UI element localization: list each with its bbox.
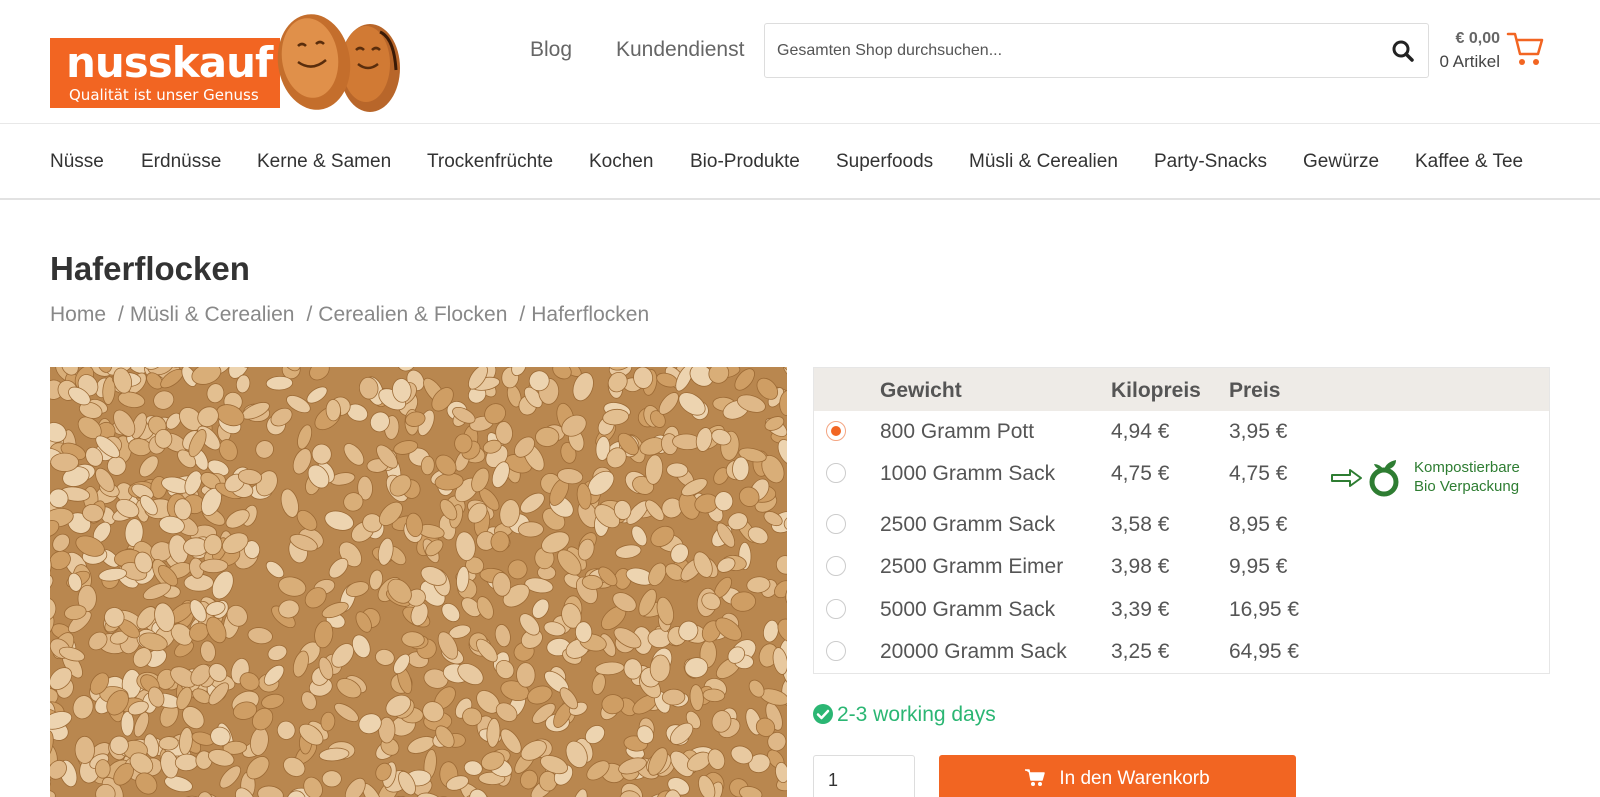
variant-weight: 20000 Gramm Sack <box>880 640 1067 663</box>
site-header: nusskauf Qualität ist unser Genuss Blog … <box>0 0 1600 123</box>
variant-radio[interactable] <box>826 556 846 576</box>
breadcrumb-separator: / <box>306 303 313 326</box>
variant-radio[interactable] <box>826 599 846 619</box>
variant-price: 3,95 € <box>1229 420 1288 443</box>
variant-row[interactable]: 5000 Gramm Sack 3,39 € 16,95 € <box>814 590 1549 630</box>
variant-weight: 1000 Gramm Sack <box>880 462 1056 485</box>
variant-price: 16,95 € <box>1229 598 1300 621</box>
variant-row[interactable]: 2500 Gramm Eimer 3,98 € 9,95 € <box>814 547 1549 587</box>
cart-icon <box>1025 769 1046 786</box>
variant-row[interactable]: 800 Gramm Pott 4,94 € 3,95 € <box>814 412 1549 452</box>
variant-weight: 2500 Gramm Sack <box>880 513 1056 536</box>
breadcrumb-cerealien-flocken[interactable]: Cerealien & Flocken <box>318 303 507 326</box>
header-link-blog[interactable]: Blog <box>530 38 572 62</box>
nav-item-kerne-samen[interactable]: Kerne & Samen <box>257 151 391 173</box>
variant-table-header: Gewicht Kilopreis Preis <box>814 368 1549 411</box>
badge-text: Kompostierbare Bio Verpackung <box>1414 458 1520 496</box>
breadcrumb: Home / Müsli & Cerealien / Cerealien & Flock… <box>50 303 649 327</box>
breadcrumb-muesli-cerealien[interactable]: Müsli & Cerealien <box>130 303 295 326</box>
variant-kilo-price: 3,39 € <box>1111 598 1170 621</box>
breadcrumb-separator: / <box>118 303 124 326</box>
add-to-cart-label: In den Warenkorb <box>1059 768 1210 789</box>
search-bar <box>764 23 1429 78</box>
compostable-packaging-badge: Kompostierbare Bio Verpackung <box>1330 456 1530 506</box>
badge-line-1: Kompostierbare <box>1414 459 1520 476</box>
variant-weight: 800 Gramm Pott <box>880 420 1035 443</box>
variant-radio[interactable] <box>826 514 846 534</box>
header-gewicht: Gewicht <box>880 379 962 402</box>
nav-item-erdnuesse[interactable]: Erdnüsse <box>141 151 221 173</box>
variant-radio[interactable] <box>826 641 846 661</box>
header-preis: Preis <box>1229 379 1281 402</box>
variant-price: 4,75 € <box>1229 462 1288 485</box>
nav-item-muesli-cerealien[interactable]: Müsli & Cerealien <box>969 151 1118 173</box>
breadcrumb-separator: / <box>519 303 526 326</box>
category-nav: Nüsse Erdnüsse Kerne & Samen Trockenfrüc… <box>0 123 1600 200</box>
variant-row[interactable]: 2500 Gramm Sack 3,58 € 8,95 € <box>814 505 1549 545</box>
cart-item-count[interactable]: 0 Artikel <box>1420 52 1500 72</box>
nav-item-party-snacks[interactable]: Party-Snacks <box>1154 151 1267 173</box>
nav-item-superfoods[interactable]: Superfoods <box>836 151 933 173</box>
variant-kilo-price: 3,25 € <box>1111 640 1170 663</box>
variant-kilo-price: 4,75 € <box>1111 462 1170 485</box>
search-input[interactable] <box>777 24 1367 77</box>
logo-name: nusskauf <box>66 38 273 87</box>
variant-row[interactable]: 20000 Gramm Sack 3,25 € 64,95 € <box>814 632 1549 672</box>
delivery-text: 2-3 working days <box>837 703 996 726</box>
nav-item-nuesse[interactable]: Nüsse <box>50 151 104 173</box>
nav-item-kaffee-tee[interactable]: Kaffee & Tee <box>1415 151 1523 173</box>
variant-table: Gewicht Kilopreis Preis 800 Gramm Pott 4… <box>813 367 1550 674</box>
quantity-input[interactable] <box>813 755 915 797</box>
header-link-kundendienst[interactable]: Kundendienst <box>616 38 744 62</box>
nav-item-kochen[interactable]: Kochen <box>589 151 653 173</box>
header-kilopreis: Kilopreis <box>1111 379 1201 402</box>
arrow-right-icon <box>1331 469 1362 487</box>
nav-item-trockenfruechte[interactable]: Trockenfrüchte <box>427 151 553 173</box>
check-circle-icon <box>813 704 833 724</box>
leaf-sprout-icon <box>1369 460 1399 497</box>
search-icon[interactable] <box>1388 36 1418 66</box>
logo[interactable]: nusskauf Qualität ist unser Genuss <box>50 10 410 112</box>
product-image[interactable] <box>50 367 787 797</box>
breadcrumb-home[interactable]: Home <box>50 303 106 326</box>
variant-price: 9,95 € <box>1229 555 1288 578</box>
variant-kilo-price: 3,98 € <box>1111 555 1170 578</box>
nav-item-gewuerze[interactable]: Gewürze <box>1303 151 1379 173</box>
variant-weight: 2500 Gramm Eimer <box>880 555 1064 578</box>
variant-radio-selected[interactable] <box>826 421 846 441</box>
delivery-status: 2-3 working days <box>813 703 996 727</box>
variant-price: 8,95 € <box>1229 513 1288 536</box>
nut-mascot-icon <box>277 14 400 112</box>
variant-radio[interactable] <box>826 463 846 483</box>
variant-kilo-price: 3,58 € <box>1111 513 1170 536</box>
cart-total[interactable]: € 0,00 <box>1420 29 1500 49</box>
badge-line-2: Bio Verpackung <box>1414 478 1520 495</box>
breadcrumb-current: Haferflocken <box>531 303 650 326</box>
variant-kilo-price: 4,94 € <box>1111 420 1170 443</box>
nav-item-bio-produkte[interactable]: Bio-Produkte <box>690 151 800 173</box>
variant-price: 64,95 € <box>1229 640 1300 663</box>
add-to-cart-button[interactable]: In den Warenkorb <box>939 755 1296 797</box>
cart-icon[interactable] <box>1506 30 1546 73</box>
variant-weight: 5000 Gramm Sack <box>880 598 1056 621</box>
logo-tagline: Qualität ist unser Genuss <box>69 86 259 104</box>
oat-flakes-image <box>50 367 787 797</box>
page-title: Haferflocken <box>50 250 250 287</box>
